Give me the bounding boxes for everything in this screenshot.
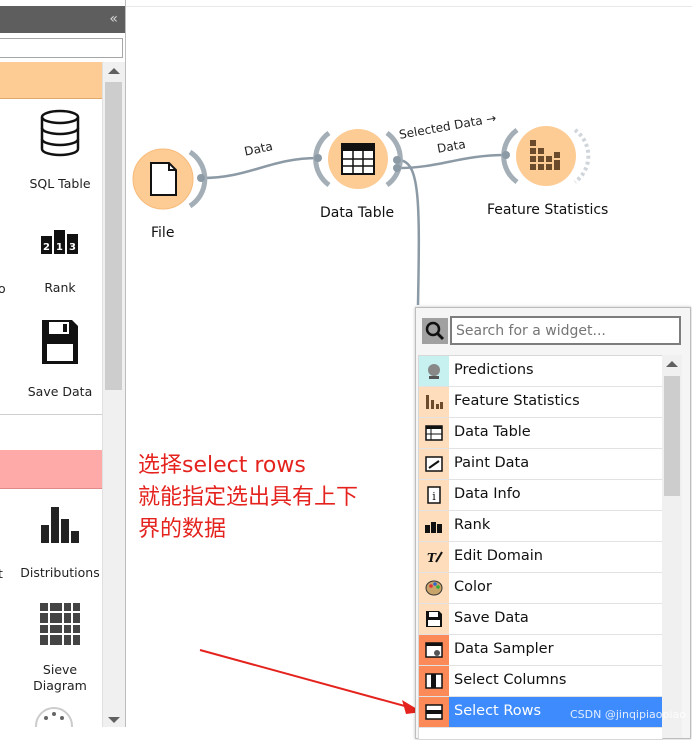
- list-item-edit-domain[interactable]: T Edit Domain: [419, 542, 662, 573]
- search-icon: [422, 318, 448, 344]
- scroll-up-icon[interactable]: [666, 361, 678, 367]
- node-file[interactable]: [132, 148, 208, 210]
- node-label-feature-statistics: Feature Statistics: [487, 202, 609, 218]
- list-item-label: Paint Data: [454, 455, 530, 471]
- list-item-predictions[interactable]: Predictions: [419, 356, 662, 387]
- widget-search-input[interactable]: [450, 316, 681, 345]
- link-new-widget-drag[interactable]: [397, 158, 421, 306]
- color-icon: [419, 573, 449, 603]
- link-data-table-feature-statistics[interactable]: [397, 153, 507, 170]
- list-item-save-data[interactable]: Save Data: [419, 604, 662, 635]
- data-table-icon: [419, 418, 449, 448]
- list-item-label: Data Sampler: [454, 641, 554, 657]
- data-info-icon: i: [419, 480, 449, 510]
- list-item-rank[interactable]: Rank: [419, 511, 662, 542]
- widget-list-scrollbar[interactable]: [662, 355, 682, 738]
- annotation-text: 选择select rows 就能指定选出具有上下 界的数据: [138, 450, 358, 546]
- list-item-label: Edit Domain: [454, 548, 543, 564]
- widget-list-scroll-thumb[interactable]: [664, 376, 680, 496]
- node-label-file: File: [151, 225, 175, 241]
- rank-icon: [419, 511, 449, 541]
- list-item-label: Color: [454, 579, 492, 595]
- link-file-data-table[interactable]: [201, 156, 319, 180]
- node-data-table[interactable]: [313, 129, 403, 189]
- widget-list: Predictions Feature Statistics Data Tabl…: [418, 355, 663, 740]
- node-feature-statistics[interactable]: [501, 126, 591, 186]
- list-item-label: Select Rows: [454, 703, 542, 719]
- list-item-feature-statistics[interactable]: Feature Statistics: [419, 387, 662, 418]
- watermark: CSDN @jinqipiaopiao: [570, 708, 686, 721]
- list-item-label: Predictions: [454, 362, 534, 378]
- list-item-label: Data Info: [454, 486, 521, 502]
- node-label-data-table: Data Table: [320, 205, 395, 221]
- list-item-label: Rank: [454, 517, 491, 533]
- list-item-label: Data Table: [454, 424, 531, 440]
- annotation-line: 就能指定选出具有上下: [138, 485, 359, 510]
- list-item-label: Feature Statistics: [454, 393, 580, 409]
- list-item-data-table[interactable]: Data Table: [419, 418, 662, 449]
- feature-statistics-icon: [419, 387, 449, 417]
- annotation-line: 界的数据: [138, 517, 227, 542]
- paint-data-icon: [419, 449, 449, 479]
- data-sampler-icon: [419, 635, 449, 665]
- annotation-line: 选择select rows: [138, 453, 306, 478]
- svg-text:i: i: [432, 490, 436, 503]
- select-columns-icon: [419, 666, 449, 696]
- edit-domain-icon: T: [419, 542, 449, 572]
- annotation-arrow: [199, 649, 422, 714]
- add-widget-popup: Predictions Feature Statistics Data Tabl…: [415, 307, 691, 740]
- list-item-data-info[interactable]: i Data Info: [419, 480, 662, 511]
- list-item-data-sampler[interactable]: Data Sampler: [419, 635, 662, 666]
- list-item-paint-data[interactable]: Paint Data: [419, 449, 662, 480]
- select-rows-icon: [419, 697, 449, 727]
- predictions-icon: [419, 356, 449, 386]
- save-data-icon: [419, 604, 449, 634]
- list-item-select-columns[interactable]: Select Columns: [419, 666, 662, 697]
- list-item-label: Select Columns: [454, 672, 567, 688]
- svg-text:T: T: [427, 551, 437, 565]
- list-item-label: Save Data: [454, 610, 529, 626]
- list-item-color[interactable]: Color: [419, 573, 662, 604]
- popup-search-bar: [416, 308, 690, 354]
